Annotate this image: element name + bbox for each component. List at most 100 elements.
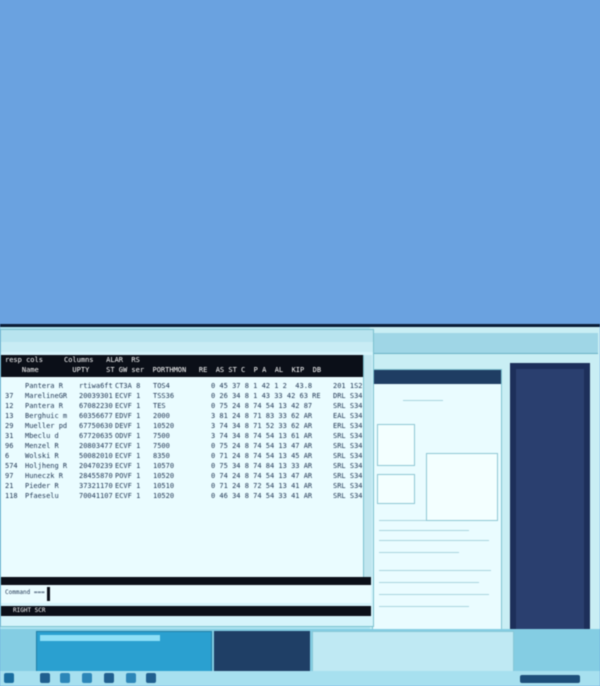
table-cell-vals: 0 74 24 8 74 54 13 47 AR — [211, 472, 313, 480]
table-cell-st: ECVF 1 — [115, 452, 141, 460]
taskbar-window-preview-2[interactable] — [214, 631, 310, 671]
table-cell-port: 10570 — [153, 462, 175, 470]
table-cell-tail: EAL S34 — [333, 412, 363, 420]
taskbar-app-icon[interactable] — [60, 673, 70, 683]
background-toolbar — [372, 333, 598, 354]
document-line — [379, 552, 459, 553]
table-cell-st: ECVF 1 — [115, 442, 141, 450]
table-cell-vals: 0 71 24 8 72 54 13 41 AR — [211, 482, 313, 490]
table-cell-id: 12 — [5, 402, 14, 410]
table-cell-vals: 0 46 34 8 74 54 33 41 AR — [211, 492, 313, 500]
table-cell-vals: 3 74 34 8 71 52 33 62 AR — [211, 422, 313, 430]
taskbar-app-icon[interactable] — [126, 673, 136, 683]
table-cell-code: 20470239 — [79, 462, 113, 470]
document-box — [377, 424, 415, 466]
table-cell-vals: 0 75 24 8 74 54 13 47 AR — [211, 442, 313, 450]
table-cell-code: 67082230 — [79, 402, 113, 410]
table-cell-port: 8350 — [153, 452, 170, 460]
table-cell-vals: 0 26 34 8 1 43 33 42 63 RE — [211, 392, 321, 400]
table-cell-name: Berghuic m — [25, 412, 68, 420]
table-cell-code: 70041107 — [79, 492, 113, 500]
table-cell-vals: 3 81 24 8 71 83 33 62 AR — [211, 412, 313, 420]
taskbar-app-icon[interactable] — [146, 673, 156, 683]
table-cell-port: 10520 — [153, 492, 175, 500]
table-cell-st: CT3A 8 — [115, 382, 141, 390]
table-cell-code: 50082010 — [79, 452, 113, 460]
terminal-data-area[interactable]: Pantera R rtiwa6ft CT3A 8 TOS4 0 45 37 8 1 4… — [1, 377, 363, 577]
dark-side-panel — [510, 363, 590, 673]
terminal-status-bar — [1, 577, 371, 585]
table-cell-port: 10520 — [153, 472, 175, 480]
table-cell-tail: SRL S34 — [333, 462, 363, 470]
table-cell-port: 7500 — [153, 432, 170, 440]
text-cursor — [47, 587, 50, 601]
terminal-function-bar: RIGHT SCR — [1, 606, 371, 616]
command-line[interactable]: Command === — [1, 585, 371, 603]
table-cell-id: 21 — [5, 482, 14, 490]
table-cell-code: 60356677 — [79, 412, 113, 420]
table-cell-port: TES — [153, 402, 166, 410]
table-cell-code: 20803477 — [79, 442, 113, 450]
table-cell-code: 20039301 — [79, 392, 113, 400]
document-window[interactable] — [372, 369, 502, 673]
table-cell-id: 31 — [5, 432, 14, 440]
table-cell-vals: 0 75 34 8 74 84 13 33 AR — [211, 462, 313, 470]
taskbar-app-icon[interactable] — [104, 673, 114, 683]
table-cell-st: ECVF 1 — [115, 402, 141, 410]
document-line — [379, 594, 489, 595]
terminal-titlebar[interactable] — [1, 330, 373, 342]
table-cell-st: ECVF 1 — [115, 482, 141, 490]
table-cell-st: DEVF 1 — [115, 422, 141, 430]
table-cell-code: 67750630 — [79, 422, 113, 430]
table-cell-port: 7500 — [153, 442, 170, 450]
table-cell-vals: 0 45 37 8 1 42 1 2 43.8 — [211, 382, 313, 390]
table-cell-id: 13 — [5, 412, 14, 420]
monitor-screen: resp cols Columns ALAR RS Name UPTY ST G… — [0, 327, 600, 686]
header-row-2: Name UPTY ST GW ser PORTHMON RE AS ST C … — [5, 366, 322, 374]
table-cell-tail: SRL S34 — [333, 442, 363, 450]
document-line — [379, 582, 479, 583]
table-cell-name: MarelineGR — [25, 392, 68, 400]
table-cell-id: 96 — [5, 442, 14, 450]
table-cell-port: 10520 — [153, 422, 175, 430]
table-cell-id: 97 — [5, 472, 14, 480]
system-tray[interactable] — [520, 675, 580, 683]
document-line — [379, 540, 489, 541]
document-header — [373, 370, 501, 384]
table-cell-tail: SRL S34 — [333, 432, 363, 440]
table-cell-name: Mbeclu d — [25, 432, 59, 440]
table-cell-port: 10510 — [153, 482, 175, 490]
taskbar-app-icon[interactable] — [82, 673, 92, 683]
table-cell-code: 28455870 — [79, 472, 113, 480]
terminal-window[interactable]: resp cols Columns ALAR RS Name UPTY ST G… — [0, 329, 374, 627]
start-icon[interactable] — [4, 673, 14, 683]
side-panel-box — [426, 453, 498, 521]
table-cell-name: Menzel R — [25, 442, 59, 450]
table-cell-name: Pantera R — [25, 402, 63, 410]
table-cell-name: Holjheng R — [25, 462, 68, 470]
table-cell-st: ECVF 1 — [115, 492, 141, 500]
table-cell-st: ODVF 1 — [115, 432, 141, 440]
table-cell-tail: SRL S34 — [333, 452, 363, 460]
terminal-scrollbar[interactable] — [363, 355, 372, 577]
table-cell-tail: SRL S34 — [333, 492, 363, 500]
document-line — [379, 606, 469, 607]
table-cell-code: 37321170 — [79, 482, 113, 490]
table-cell-vals: 0 71 24 8 74 54 13 45 AR — [211, 452, 313, 460]
table-cell-name: Huneczk R — [25, 472, 63, 480]
table-cell-st: ECVF 1 — [115, 462, 141, 470]
table-cell-id: 574 — [5, 462, 18, 470]
table-cell-code: 67720635 — [79, 432, 113, 440]
table-cell-tail: 201 1S2 — [333, 382, 363, 390]
table-cell-vals: 0 75 24 8 74 54 13 42 87 — [211, 402, 313, 410]
preview-title-strip — [40, 635, 160, 641]
table-cell-port: TOS4 — [153, 382, 170, 390]
function-bar-text: RIGHT SCR — [13, 607, 46, 614]
terminal-column-header: resp cols Columns ALAR RS Name UPTY ST G… — [1, 355, 363, 377]
document-heading-line — [403, 400, 443, 401]
document-box — [377, 474, 415, 504]
table-cell-tail: SRL S34 — [333, 472, 363, 480]
taskbar-window-preview-3[interactable] — [312, 631, 514, 673]
terminal-menubar[interactable] — [1, 342, 373, 352]
taskbar-app-icon[interactable] — [40, 673, 50, 683]
